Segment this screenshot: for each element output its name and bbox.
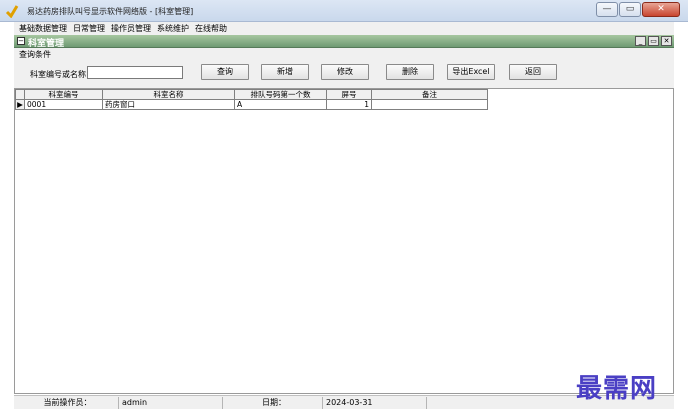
grid-header-row: 科室编号 科室名称 排队号码第一个数 屏号 备注	[15, 89, 488, 100]
edit-button[interactable]: 修改	[321, 64, 369, 80]
column-header[interactable]: 科室名称	[102, 89, 235, 100]
date-label: 日期：	[222, 397, 322, 409]
menu-daily[interactable]: 日常管理	[73, 23, 105, 34]
search-input[interactable]	[87, 66, 183, 79]
column-header[interactable]: 排队号码第一个数	[234, 89, 327, 100]
minimize-button[interactable]: —	[596, 2, 618, 17]
current-row-indicator-icon: ▶	[15, 99, 25, 110]
watermark-logo: 最需网	[576, 374, 658, 404]
child-restore-button[interactable]: ▭	[648, 36, 659, 46]
window-title: 易达药房排队叫号显示软件网络版 - [科室管理]	[27, 7, 194, 16]
add-button[interactable]: 新增	[261, 64, 309, 80]
delete-button[interactable]: 删除	[386, 64, 434, 80]
query-group-label: 查询条件	[19, 50, 51, 59]
grid-table: 科室编号 科室名称 排队号码第一个数 屏号 备注 ▶ 0001 药房窗口 A 1	[15, 89, 488, 110]
title-bar: 易达药房排队叫号显示软件网络版 - [科室管理] — ▭ ✕	[0, 0, 688, 22]
cell-screen[interactable]: 1	[326, 99, 372, 110]
operator-value: admin	[118, 397, 222, 409]
back-button[interactable]: 返回	[509, 64, 557, 80]
column-header[interactable]: 科室编号	[24, 89, 103, 100]
data-grid[interactable]: 科室编号 科室名称 排队号码第一个数 屏号 备注 ▶ 0001 药房窗口 A 1	[14, 88, 674, 394]
column-header[interactable]: 屏号	[326, 89, 372, 100]
export-excel-button[interactable]: 导出Excel	[447, 64, 495, 80]
menu-operator[interactable]: 操作员管理	[111, 23, 151, 34]
row-indicator-header	[15, 89, 25, 100]
query-button[interactable]: 查询	[201, 64, 249, 80]
search-field-label: 科室编号或名称	[30, 70, 86, 79]
column-header[interactable]: 备注	[371, 89, 488, 100]
child-minimize-button[interactable]: _	[635, 36, 646, 46]
menu-bar: 基础数据管理 日常管理 操作员管理 系统维护 在线帮助	[14, 22, 674, 35]
query-panel: 查询条件 科室编号或名称 查询 新增 修改 删除 导出Excel 返回	[14, 48, 674, 88]
menu-system[interactable]: 系统维护	[157, 23, 189, 34]
operator-label: 当前操作员：	[43, 398, 92, 407]
child-window-controls: _ ▭ ✕	[635, 36, 672, 46]
child-close-button[interactable]: ✕	[661, 36, 672, 46]
window-controls: — ▭ ✕	[596, 2, 680, 17]
cell-note[interactable]	[371, 99, 488, 110]
cell-code[interactable]: 0001	[24, 99, 103, 110]
close-button[interactable]: ✕	[642, 2, 680, 17]
menu-basic-data[interactable]: 基础数据管理	[19, 23, 67, 34]
menu-help[interactable]: 在线帮助	[195, 23, 227, 34]
table-row[interactable]: ▶ 0001 药房窗口 A 1	[15, 99, 488, 110]
child-window-title-bar: − 科室管理 _ ▭ ✕	[14, 35, 674, 49]
maximize-button[interactable]: ▭	[619, 2, 641, 17]
cell-first-char[interactable]: A	[234, 99, 327, 110]
date-value: 2024-03-31	[322, 397, 426, 409]
status-bar: 当前操作员： admin 日期： 2024-03-31	[14, 395, 674, 409]
cell-name[interactable]: 药房窗口	[102, 99, 235, 110]
app-icon	[5, 5, 19, 18]
child-window-icon[interactable]: −	[17, 37, 25, 45]
